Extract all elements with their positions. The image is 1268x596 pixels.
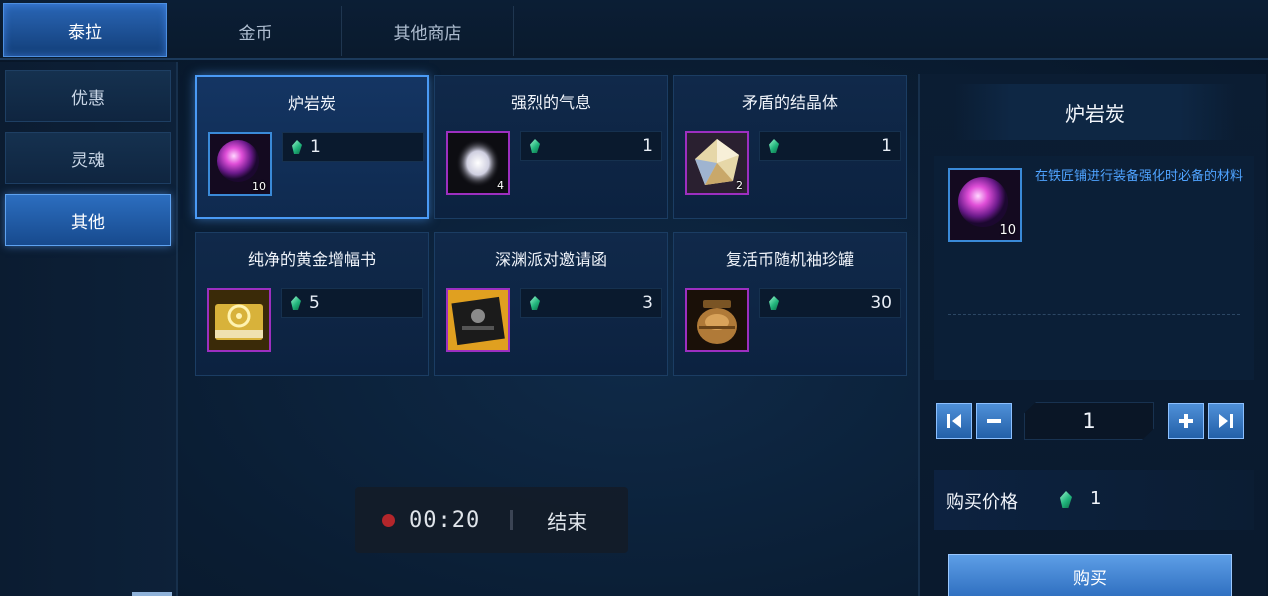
price-box: 5 (281, 288, 423, 318)
tab-tera[interactable]: 泰拉 (3, 3, 167, 57)
white-aura-icon: 4 (446, 131, 510, 195)
item-name: 炉岩炭 (287, 94, 336, 113)
item-detail-panel: 炉岩炭 10 在铁匠铺进行装备强化时必备的材料 1 购买价格 1 购买 (918, 74, 1266, 596)
shop-item-card[interactable]: 纯净的黄金增幅书 5 (195, 232, 429, 376)
gem-currency-icon (530, 139, 540, 153)
pink-orb-icon: 10 (208, 132, 272, 196)
coin-jar-icon (685, 288, 749, 352)
tab-gold[interactable]: 金币 (170, 6, 342, 56)
item-name: 强烈的气息 (510, 93, 591, 112)
shop-item-card[interactable]: 炉岩炭 10 1 (195, 75, 429, 219)
screen-recording-bar: 00:20 结束 (355, 487, 628, 553)
price-label: 购买价格 (946, 492, 1018, 513)
max-quantity-button[interactable] (1208, 403, 1244, 439)
item-stack-count: 10 (999, 223, 1016, 238)
crystal-icon: 2 (685, 131, 749, 195)
item-price: 1 (642, 136, 653, 156)
recording-timer: 00:20 (409, 507, 481, 533)
item-name: 深渊派对邀请函 (494, 250, 607, 269)
item-name: 复活币随机袖珍罐 (725, 250, 854, 269)
gem-currency-icon (530, 296, 540, 310)
price-box: 1 (759, 131, 901, 161)
min-quantity-button[interactable] (936, 403, 972, 439)
increase-quantity-button[interactable] (1168, 403, 1204, 439)
total-price: 1 (1090, 488, 1102, 509)
invitation-letter-icon (446, 288, 510, 352)
item-price: 1 (881, 136, 892, 156)
item-stack-count: 10 (252, 180, 266, 193)
scroll-indicator (132, 592, 172, 596)
gem-currency-icon (292, 140, 302, 154)
shop-item-card[interactable]: 深渊派对邀请函 3 (434, 232, 668, 376)
detail-title: 炉岩炭 (954, 84, 1236, 140)
price-box: 30 (759, 288, 901, 318)
item-name: 纯净的黄金增幅书 (247, 250, 376, 269)
item-price: 5 (309, 293, 320, 313)
price-box: 3 (520, 288, 662, 318)
decrease-quantity-button[interactable] (976, 403, 1012, 439)
pink-orb-icon: 10 (948, 168, 1022, 242)
shop-item-card[interactable]: 强烈的气息 4 1 (434, 75, 668, 219)
record-indicator-icon (382, 513, 395, 527)
item-stack-count: 2 (736, 179, 743, 192)
divider (948, 314, 1240, 315)
item-name: 矛盾的结晶体 (741, 93, 838, 112)
top-tab-bar: 泰拉 金币 其他商店 (0, 0, 1268, 60)
buy-button[interactable]: 购买 (948, 554, 1232, 596)
quantity-input[interactable]: 1 (1024, 402, 1154, 440)
item-price: 30 (870, 293, 892, 313)
tab-other-shops[interactable]: 其他商店 (342, 6, 514, 56)
golden-book-icon (207, 288, 271, 352)
price-box: 1 (520, 131, 662, 161)
category-sidebar: 优惠 灵魂 其他 (0, 62, 178, 596)
gem-currency-icon (769, 296, 779, 310)
shop-item-card[interactable]: 复活币随机袖珍罐 30 (673, 232, 907, 376)
shop-item-card[interactable]: 矛盾的结晶体 2 1 (673, 75, 907, 219)
gem-currency-icon (291, 296, 301, 310)
end-recording-button[interactable]: 结束 (547, 506, 587, 535)
gem-currency-icon (769, 139, 779, 153)
sidebar-item-discount[interactable]: 优惠 (5, 70, 171, 122)
price-box: 1 (282, 132, 424, 162)
sidebar-item-soul[interactable]: 灵魂 (5, 132, 171, 184)
item-stack-count: 4 (497, 179, 504, 192)
item-price: 3 (642, 293, 653, 313)
divider (510, 510, 514, 530)
sidebar-item-other[interactable]: 其他 (5, 194, 171, 246)
item-description: 在铁匠铺进行装备强化时必备的材料 (1035, 169, 1244, 184)
item-price: 1 (310, 137, 321, 157)
